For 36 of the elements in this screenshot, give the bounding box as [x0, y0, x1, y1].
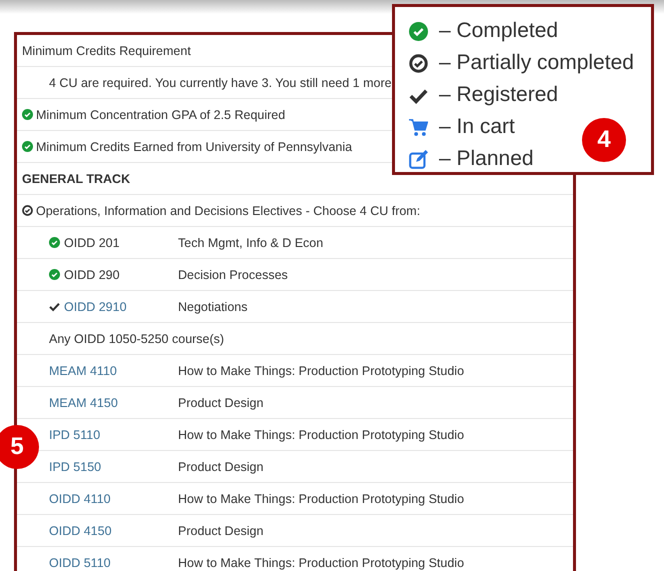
course-code: OIDD 201	[64, 236, 120, 250]
legend-label: – Planned	[439, 147, 534, 171]
course-title: How to Make Things: Production Prototyping Studio	[178, 556, 464, 570]
course-title: Product Design	[178, 460, 264, 474]
course-code: OIDD 290	[64, 268, 120, 282]
course-title: Product Design	[178, 396, 264, 410]
requirement-label: Operations, Information and Decisions Electives - Choose 4 CU from:	[36, 204, 420, 218]
course-link[interactable]: IPD 5110	[49, 428, 100, 442]
course-title: How to Make Things: Production Prototyping Studio	[178, 364, 464, 378]
course-title: Tech Mgmt, Info & D Econ	[178, 236, 324, 250]
requirement-note: 4 CU are required. You currently have 3. You still need 1 more	[49, 76, 392, 90]
course-title: How to Make Things: Production Prototyping Studio	[178, 428, 464, 442]
legend-label: – Registered	[439, 83, 558, 107]
legend-label: – In cart	[439, 115, 515, 139]
course-link[interactable]: OIDD 4150	[49, 524, 112, 538]
course-link[interactable]: MEAM 4150	[49, 396, 118, 410]
legend-label: – Completed	[439, 19, 558, 43]
section-heading: GENERAL TRACK	[22, 172, 130, 186]
edit-icon	[408, 150, 428, 168]
check-circle-icon	[408, 22, 428, 40]
course-link[interactable]: OIDD 5110	[49, 556, 111, 570]
requirement-label: Minimum Credits Earned from University of Pennsylvania	[36, 140, 352, 154]
course-link[interactable]: OIDD 4110	[49, 492, 111, 506]
requirement-label: Minimum Credits Requirement	[22, 44, 191, 58]
check-circle-outline-icon	[408, 54, 428, 72]
legend-label: – Partially completed	[439, 51, 634, 75]
course-link[interactable]: MEAM 4110	[49, 364, 117, 378]
course-range: Any OIDD 1050-5250 course(s)	[49, 332, 224, 346]
requirement-label: Minimum Concentration GPA of 2.5 Required	[36, 108, 286, 122]
course-title: How to Make Things: Production Prototyping Studio	[178, 492, 464, 506]
course-title: Product Design	[178, 524, 264, 538]
course-title: Decision Processes	[178, 268, 288, 282]
course-link[interactable]: IPD 5150	[49, 460, 102, 474]
course-title: Negotiations	[178, 300, 248, 314]
cart-icon	[408, 118, 428, 136]
course-link[interactable]: OIDD 2910	[64, 300, 127, 314]
